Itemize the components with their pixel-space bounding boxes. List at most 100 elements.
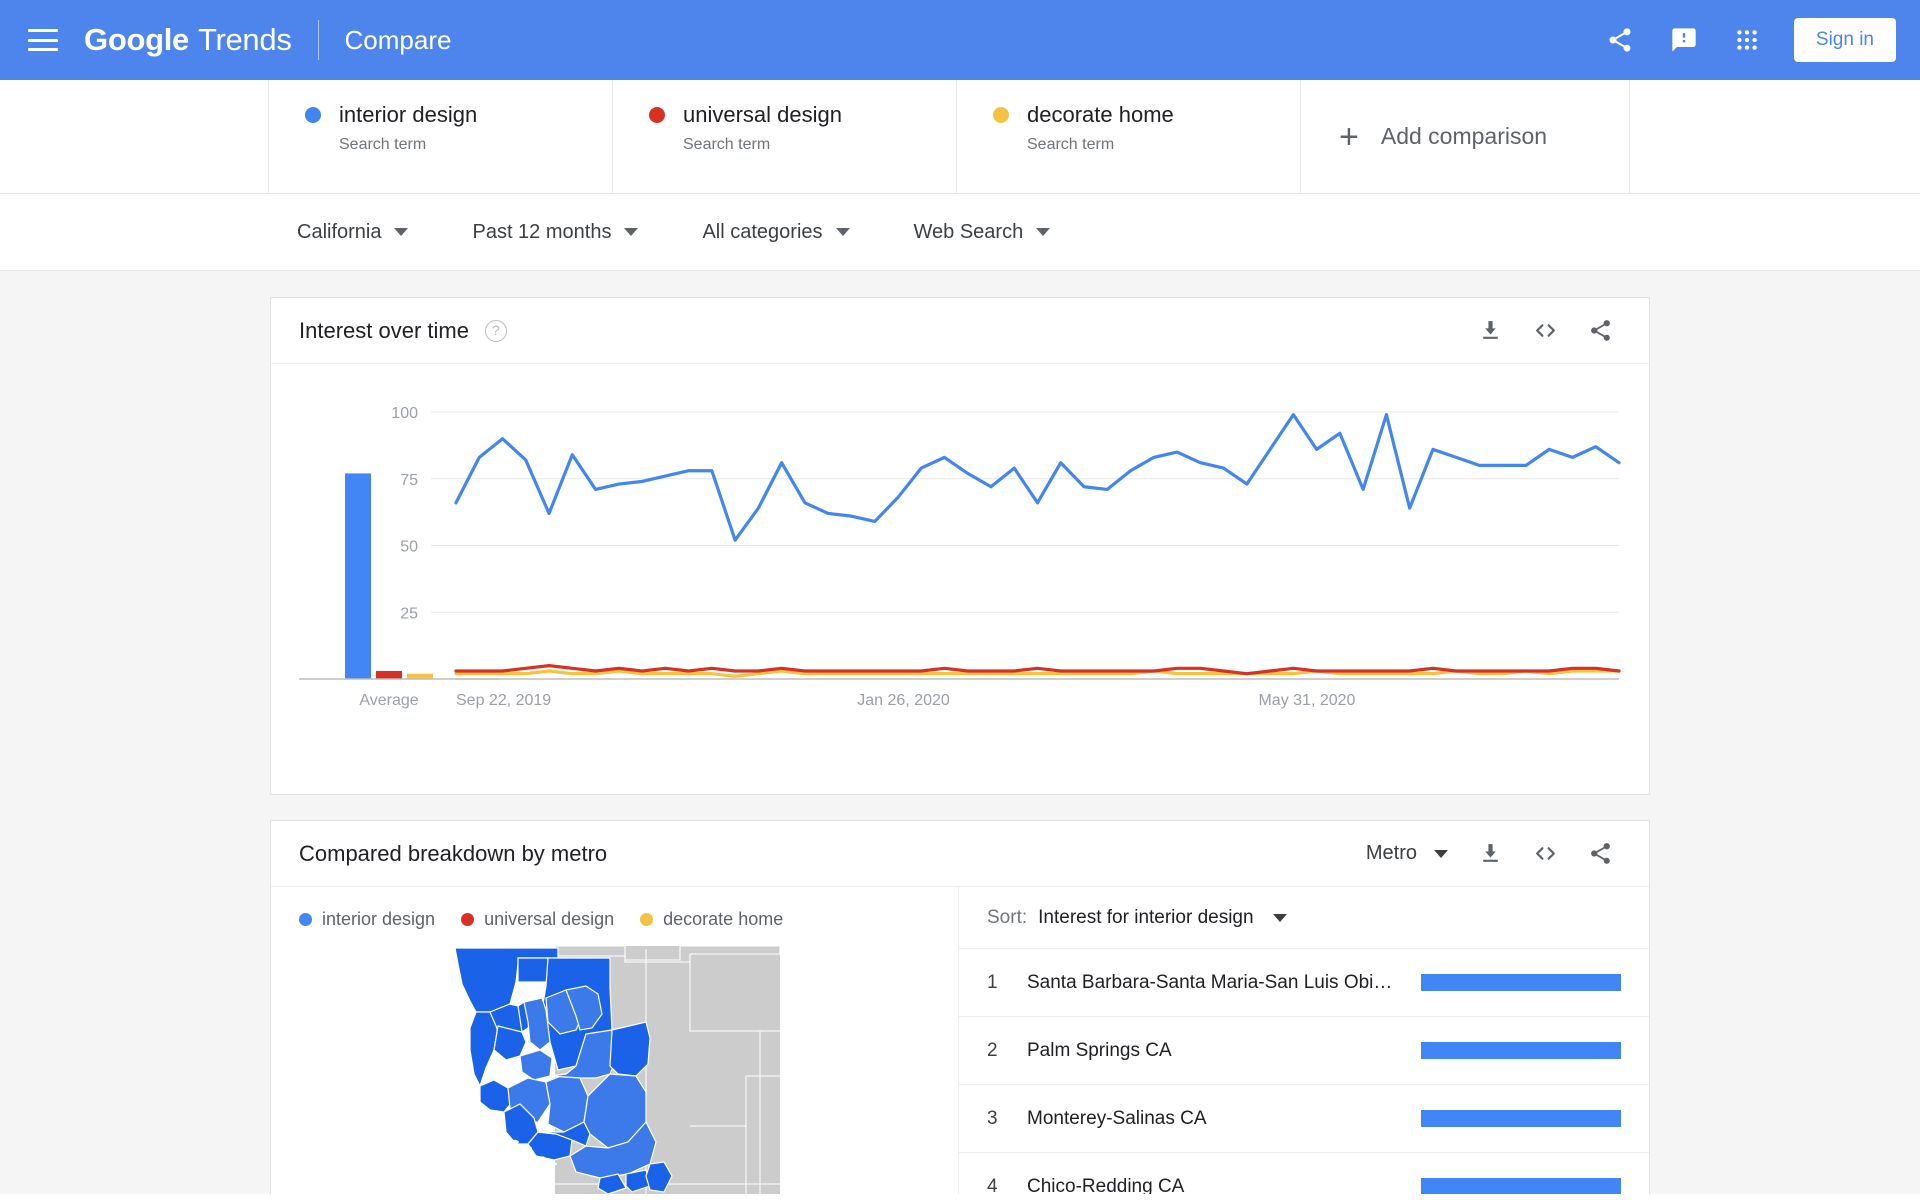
share-icon[interactable] bbox=[1588, 318, 1613, 343]
embed-code-icon[interactable] bbox=[1533, 318, 1558, 343]
metro-rank: 3 bbox=[987, 1107, 998, 1129]
california-metro-map[interactable] bbox=[450, 946, 780, 1194]
metro-list-panel: Sort: Interest for interior design 1 San… bbox=[959, 887, 1649, 1194]
sort-label: Sort: bbox=[987, 906, 1028, 928]
svg-text:50: 50 bbox=[400, 539, 418, 556]
metro-name: Monterey-Salinas CA bbox=[1027, 1107, 1207, 1129]
metro-scope-label: Metro bbox=[1365, 842, 1417, 864]
filter-search-type-label: Web Search bbox=[913, 220, 1024, 243]
plus-icon: + bbox=[1339, 117, 1359, 156]
metro-scope-dropdown[interactable]: Metro bbox=[1366, 842, 1448, 865]
add-comparison-label: Add comparison bbox=[1380, 123, 1548, 149]
metro-name: Chico-Redding CA bbox=[1027, 1175, 1185, 1195]
comparison-chip-2[interactable]: decorate home Search term bbox=[957, 80, 1301, 193]
table-row[interactable]: 1 Santa Barbara-Santa Maria-San Luis Obi… bbox=[959, 949, 1649, 1017]
page-content: Interest over time ? 25 50 75 100 Averag… bbox=[0, 271, 1920, 1194]
chip-head: universal design bbox=[649, 102, 956, 128]
brand-trends-text: Trends bbox=[197, 22, 292, 57]
filter-time-range-label: Past 12 months bbox=[472, 220, 612, 243]
metro-card-title: Compared breakdown by metro bbox=[299, 840, 608, 866]
chip-head: decorate home bbox=[993, 102, 1300, 128]
chevron-down-icon bbox=[835, 228, 850, 236]
legend-label: interior design bbox=[322, 909, 436, 929]
svg-text:Sep 22, 2019: Sep 22, 2019 bbox=[456, 692, 551, 709]
download-icon[interactable] bbox=[1478, 318, 1503, 343]
app-bar: Google Trends Compare Sign in bbox=[0, 0, 1920, 80]
chip-term-label: decorate home bbox=[1027, 102, 1174, 127]
interest-card-actions bbox=[1478, 318, 1613, 343]
filter-region[interactable]: California bbox=[297, 220, 409, 244]
sign-in-button[interactable]: Sign in bbox=[1793, 18, 1896, 62]
series-dot-yellow bbox=[993, 107, 1009, 123]
page-title: Compare bbox=[344, 24, 452, 55]
interest-card-header: Interest over time ? bbox=[271, 298, 1649, 364]
table-row[interactable]: 4 Chico-Redding CA bbox=[959, 1153, 1649, 1194]
metro-card-body: interior design universal design decorat… bbox=[271, 887, 1649, 1194]
metro-bar bbox=[1421, 1110, 1621, 1127]
table-row[interactable]: 3 Monterey-Salinas CA bbox=[959, 1085, 1649, 1153]
svg-text:75: 75 bbox=[400, 472, 418, 489]
chevron-down-icon bbox=[394, 228, 409, 236]
metro-name: Santa Barbara-Santa Maria-San Luis Obi… bbox=[1027, 971, 1393, 993]
metro-breakdown-card: Compared breakdown by metro Metro interi… bbox=[270, 820, 1650, 1194]
svg-text:100: 100 bbox=[391, 405, 418, 422]
svg-text:25: 25 bbox=[400, 605, 418, 622]
metro-rank: 4 bbox=[987, 1175, 998, 1195]
table-row[interactable]: 2 Palm Springs CA bbox=[959, 1017, 1649, 1085]
metro-bar-track bbox=[1421, 1178, 1621, 1194]
embed-code-icon[interactable] bbox=[1533, 841, 1558, 866]
interest-over-time-chart[interactable]: 25 50 75 100 Average Sep 22, 2019 Jan 26, 2020… bbox=[271, 364, 1649, 794]
metro-rank: 1 bbox=[987, 971, 998, 993]
brand-google-text: Google bbox=[84, 22, 189, 57]
metro-bar bbox=[1421, 974, 1621, 991]
chip-type-label: Search term bbox=[339, 136, 427, 153]
add-comparison-button[interactable]: + Add comparison bbox=[1301, 80, 1630, 193]
chevron-down-icon bbox=[1272, 913, 1287, 922]
legend-item-interior-design: interior design bbox=[299, 909, 435, 930]
chip-type-label: Search term bbox=[683, 136, 771, 153]
interest-card-title: Interest over time bbox=[299, 317, 469, 343]
metro-rank: 2 bbox=[987, 1039, 998, 1061]
appbar-icon-group bbox=[1606, 26, 1760, 54]
svg-text:Average: Average bbox=[359, 692, 418, 709]
apps-grid-icon[interactable] bbox=[1734, 27, 1760, 53]
google-trends-logo[interactable]: Google Trends bbox=[84, 22, 292, 58]
series-dot-red bbox=[649, 107, 665, 123]
legend-item-decorate-home: decorate home bbox=[640, 909, 783, 930]
hamburger-menu-icon[interactable] bbox=[28, 29, 58, 51]
metro-sort-control[interactable]: Sort: Interest for interior design bbox=[959, 887, 1649, 949]
interest-chart-body: 25 50 75 100 Average Sep 22, 2019 Jan 26, 2020… bbox=[271, 364, 1649, 794]
legend-item-universal-design: universal design bbox=[461, 909, 614, 930]
download-icon[interactable] bbox=[1478, 841, 1503, 866]
share-icon[interactable] bbox=[1606, 26, 1634, 54]
chevron-down-icon bbox=[1434, 849, 1448, 858]
legend-dot-yellow bbox=[640, 913, 654, 926]
chevron-down-icon bbox=[624, 228, 639, 236]
svg-text:May 31, 2020: May 31, 2020 bbox=[1258, 692, 1355, 709]
sort-value: Interest for interior design bbox=[1038, 906, 1254, 928]
chips-left-spacer bbox=[0, 80, 269, 193]
series-dot-blue bbox=[305, 107, 321, 123]
chevron-down-icon bbox=[1036, 228, 1051, 236]
share-icon[interactable] bbox=[1588, 841, 1613, 866]
feedback-icon[interactable] bbox=[1670, 26, 1698, 54]
comparison-chips-row: interior design Search term universal de… bbox=[0, 80, 1920, 194]
chip-term-label: universal design bbox=[683, 102, 842, 127]
filter-time-range[interactable]: Past 12 months bbox=[472, 220, 639, 244]
metro-bar bbox=[1421, 1178, 1621, 1194]
filter-category[interactable]: All categories bbox=[702, 221, 850, 244]
appbar-divider bbox=[317, 20, 319, 60]
help-circle-icon[interactable]: ? bbox=[484, 319, 507, 342]
metro-legend: interior design universal design decorat… bbox=[271, 909, 958, 930]
metro-bar-track bbox=[1421, 974, 1621, 991]
metro-bar-track bbox=[1421, 1042, 1621, 1059]
filter-search-type[interactable]: Web Search bbox=[914, 221, 1051, 244]
filter-region-label: California bbox=[297, 220, 382, 243]
legend-label: decorate home bbox=[663, 909, 784, 929]
chips-right-spacer bbox=[1630, 80, 1920, 193]
map-wrap bbox=[271, 946, 958, 1194]
comparison-chip-1[interactable]: universal design Search term bbox=[613, 80, 957, 193]
chip-type-label: Search term bbox=[1027, 136, 1115, 153]
comparison-chip-0[interactable]: interior design Search term bbox=[269, 80, 613, 193]
chip-term-label: interior design bbox=[339, 102, 478, 127]
